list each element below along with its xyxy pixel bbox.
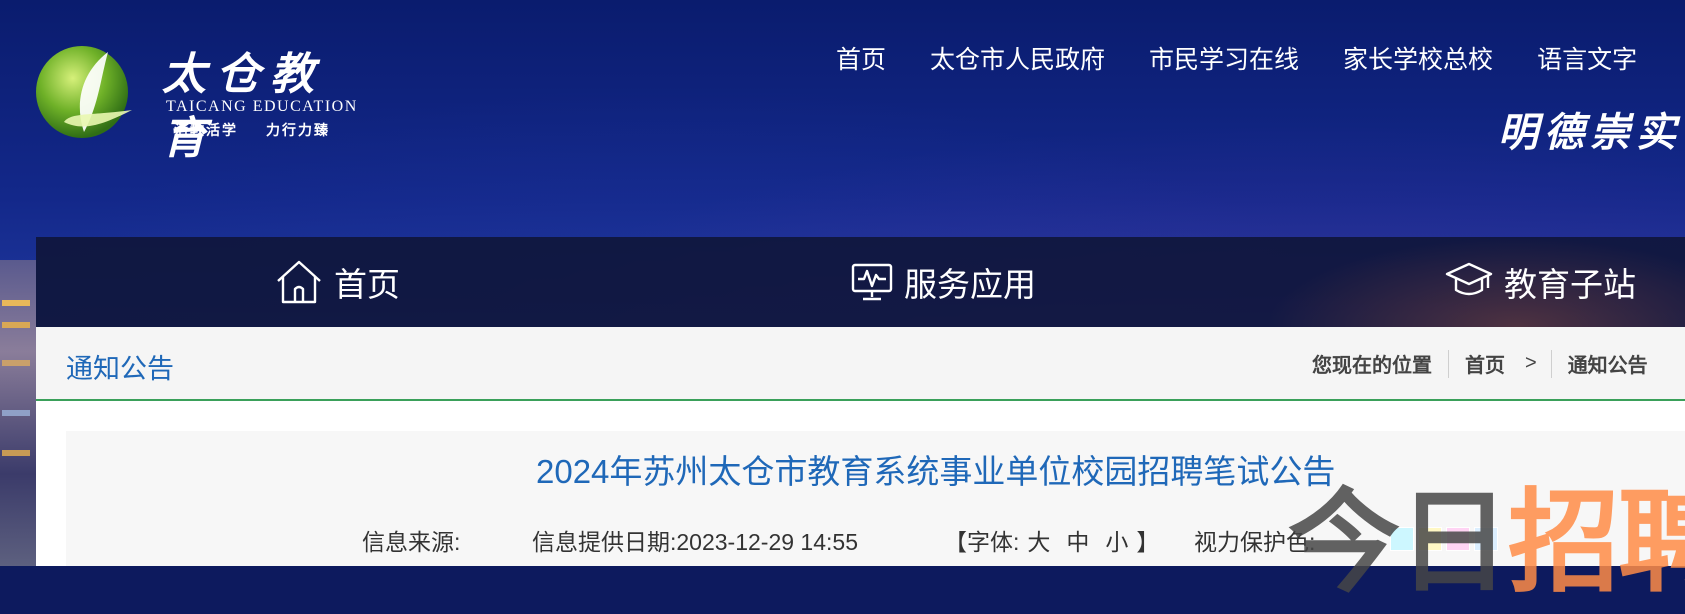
top-link-parent-school[interactable]: 家长学校总校 — [1343, 40, 1493, 76]
site-logo[interactable]: 太仓教育 TAICANG EDUCATION 活教活学 力行力臻 — [34, 38, 374, 164]
slogan-right: 力行力臻 — [266, 122, 330, 138]
breadcrumb-divider-2 — [1550, 349, 1552, 378]
watermark-part1: 今日 — [1288, 478, 1510, 608]
font-size-open: 【字体: — [944, 529, 1020, 555]
nav-item-home[interactable]: 首页 — [274, 260, 400, 304]
nav-item-home-label: 首页 — [334, 266, 400, 303]
main-nav: 首页 服务应用 教育子站 — [36, 237, 1685, 327]
watermark: 今日招聘 — [1288, 452, 1685, 614]
top-link-government[interactable]: 太仓市人民政府 — [930, 40, 1105, 76]
info-date-value: 2023-12-29 14:55 — [676, 529, 858, 555]
nav-item-substations[interactable]: 教育子站 — [1444, 260, 1636, 304]
font-size-medium[interactable]: 中 — [1066, 529, 1089, 555]
nav-item-substations-label: 教育子站 — [1504, 266, 1636, 303]
font-size-small[interactable]: 小 — [1105, 529, 1128, 555]
font-size-large[interactable]: 大 — [1027, 529, 1050, 555]
section-header: 通知公告 您现在的位置 首页 > 通知公告 — [36, 327, 1685, 401]
monitor-icon — [851, 263, 893, 301]
top-link-citizen-learning[interactable]: 市民学习在线 — [1149, 40, 1299, 76]
nav-item-services-label: 服务应用 — [904, 266, 1036, 303]
font-size-control: 【字体: 大中小】 — [944, 523, 1159, 557]
breadcrumb: 您现在的位置 首页 > 通知公告 — [1312, 349, 1648, 378]
motto-calligraphy: 明德崇实· — [1498, 109, 1685, 156]
section-title: 通知公告 — [66, 354, 174, 384]
breadcrumb-label: 您现在的位置 — [1312, 355, 1432, 377]
slogan-left: 活教活学 — [174, 122, 238, 138]
info-date-label: 信息提供日期: — [532, 529, 677, 555]
article-title: 2024年苏州太仓市教育系统事业单位校园招聘笔试公告 — [536, 453, 1336, 490]
breadcrumb-separator: > — [1525, 352, 1537, 374]
city-background — [0, 260, 36, 566]
watermark-part2: 招聘 — [1508, 478, 1685, 608]
nav-item-services[interactable]: 服务应用 — [850, 260, 1036, 304]
logo-english-name: TAICANG EDUCATION — [166, 98, 358, 115]
top-link-language[interactable]: 语言文字 — [1537, 40, 1637, 76]
breadcrumb-home[interactable]: 首页 — [1465, 349, 1505, 378]
breadcrumb-current[interactable]: 通知公告 — [1568, 349, 1648, 378]
graduation-cap-icon — [1445, 262, 1493, 296]
home-icon — [277, 260, 321, 304]
leaf-globe-icon — [36, 46, 132, 138]
info-source: 信息来源: — [362, 529, 461, 555]
top-link-home[interactable]: 首页 — [836, 40, 886, 76]
breadcrumb-divider — [1448, 349, 1449, 378]
font-size-close: 】 — [1136, 529, 1160, 555]
info-date: 信息提供日期:2023-12-29 14:55 — [532, 523, 858, 557]
top-links: 首页 太仓市人民政府 市民学习在线 家长学校总校 语言文字 — [836, 40, 1681, 76]
logo-slogan: 活教活学 力行力臻 — [174, 120, 330, 140]
